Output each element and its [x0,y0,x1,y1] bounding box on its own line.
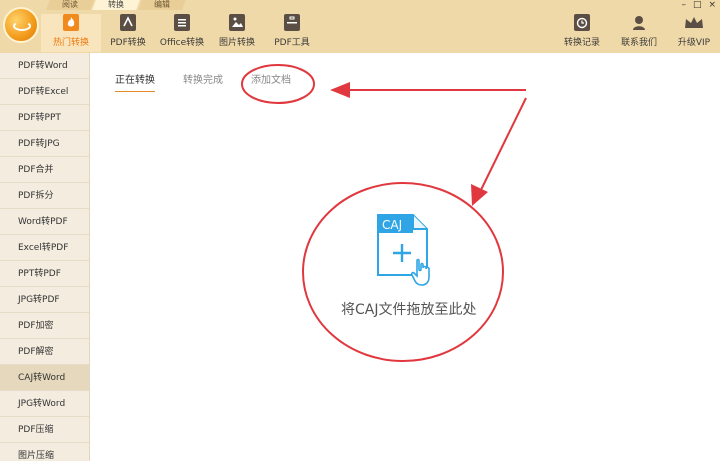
toolbar-label: 升级VIP [677,38,711,48]
toolbar-image-convert[interactable]: 图片转换 [207,14,267,52]
sidebar-item-pdf-to-excel[interactable]: PDF转Excel [0,79,89,105]
sidebar-item-pdf-split[interactable]: PDF拆分 [0,183,89,209]
toolbar-history[interactable]: 转换记录 [552,14,612,52]
toolbar-label: PDF工具 [274,38,310,48]
top-bar: 阅读 转换 编辑 – □ × 热门转换 PDF转换 Office转换 图片转换 [0,0,720,53]
toolbar-pdf-tools[interactable]: PDF工具 [262,14,322,52]
add-document-button[interactable]: 添加文档 [251,71,291,92]
sidebar-item-caj-to-word[interactable]: CAJ转Word [0,365,89,391]
sidebar-item-jpg-to-word[interactable]: JPG转Word [0,391,89,417]
toolbar-label: PDF转换 [110,38,146,48]
close-button[interactable]: × [708,0,716,10]
toolbar-label: 转换记录 [563,38,600,48]
sidebar-item-jpg-to-pdf[interactable]: JPG转PDF [0,287,89,313]
restore-button[interactable]: □ [693,0,702,10]
svg-text:CAJ: CAJ [382,218,402,232]
sidebar-item-pdf-to-word[interactable]: PDF转Word [0,53,89,79]
menu-tab-read[interactable]: 阅读 [46,0,94,10]
headset-icon [631,14,647,31]
drop-hint-text: 将CAJ文件拖放至此处 [341,302,477,318]
toolbar-contact[interactable]: 联系我们 [609,14,669,52]
sidebar-item-excel-to-pdf[interactable]: Excel转PDF [0,235,89,261]
sidebar-item-pdf-compress[interactable]: PDF压缩 [0,417,89,443]
minimize-button[interactable]: – [681,0,686,10]
toolbar-pdf-convert[interactable]: PDF转换 [98,14,158,52]
sidebar-item-pdf-decrypt[interactable]: PDF解密 [0,339,89,365]
caj-file-icon: CAJ [377,214,430,286]
image-icon [229,14,245,31]
toolbar-upgrade-vip[interactable]: 升级VIP [664,14,720,52]
crown-icon [683,14,705,31]
toolbar-label: Office转换 [159,38,205,48]
toolbox-icon [284,14,300,31]
clock-icon [574,14,590,31]
sidebar-item-word-to-pdf[interactable]: Word转PDF [0,209,89,235]
tab-converting[interactable]: 正在转换 [115,71,155,92]
menu-tabs: 阅读 转换 编辑 [46,0,186,10]
menu-tab-edit[interactable]: 编辑 [138,0,186,10]
sidebar-item-ppt-to-pdf[interactable]: PPT转PDF [0,261,89,287]
sidebar-item-pdf-encrypt[interactable]: PDF加密 [0,313,89,339]
toolbar-label: 联系我们 [620,38,657,48]
content-tabs: 正在转换 转换完成 添加文档 [115,71,291,92]
toolbar-label: 热门转换 [52,38,89,48]
sidebar-item-pdf-merge[interactable]: PDF合并 [0,157,89,183]
sidebar-item-pdf-to-jpg[interactable]: PDF转JPG [0,131,89,157]
toolbar-label: 图片转换 [218,38,255,48]
toolbar-office-convert[interactable]: Office转换 [152,14,212,52]
main-content: 正在转换 转换完成 添加文档 CAJ 将CAJ文件拖放至此处 [91,53,720,461]
sidebar-item-image-compress[interactable]: 图片压缩 [0,443,89,461]
office-icon [174,14,190,31]
sidebar: PDF转Word PDF转Excel PDF转PPT PDF转JPG PDF合并… [0,53,90,461]
app-logo [3,7,39,43]
menu-tab-convert[interactable]: 转换 [92,0,140,10]
sidebar-item-pdf-to-ppt[interactable]: PDF转PPT [0,105,89,131]
window-controls: – □ × [681,0,716,10]
tab-completed[interactable]: 转换完成 [183,71,223,92]
pdf-icon [120,14,136,31]
toolbar-hot-convert[interactable]: 热门转换 [41,14,101,52]
fire-icon [63,14,79,31]
